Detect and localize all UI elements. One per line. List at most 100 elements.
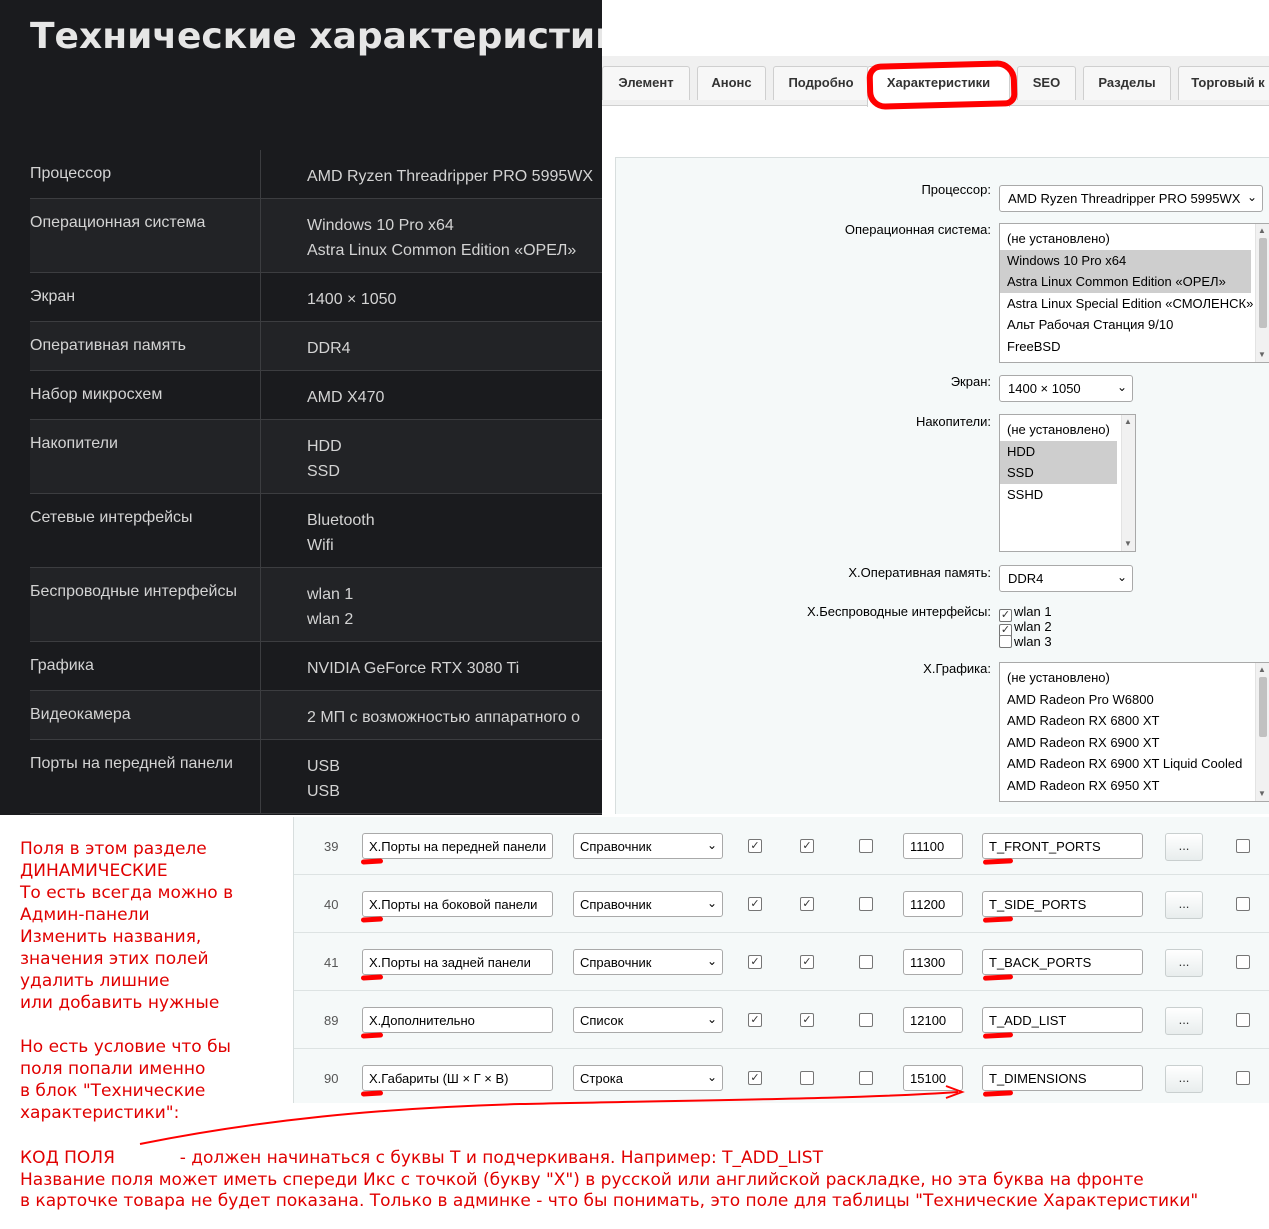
ram-select[interactable]: DDR4 ⌄ (999, 565, 1133, 592)
os-option[interactable]: Альт Рабочая Станция 9/10 (1000, 314, 1251, 336)
graphics-multiselect[interactable]: (не установлено) AMD Radeon Pro W6800 AMD … (999, 662, 1269, 802)
wireless-option[interactable]: ✓ wlan 2 (999, 619, 1052, 637)
field-code-input[interactable]: T_BACK_PORTS (982, 949, 1143, 975)
scroll-down-icon[interactable]: ▼ (1124, 539, 1132, 549)
field-settings-button[interactable]: ... (1165, 1065, 1203, 1093)
tab-2[interactable]: Подробно (773, 66, 869, 100)
wireless-option[interactable]: wlan 3 (999, 634, 1052, 649)
spec-row: Графика NVIDIA GeForce RTX 3080 Ti (30, 642, 602, 691)
field-name-input[interactable]: X.Порты на боковой панели (362, 891, 553, 917)
spec-divider (260, 322, 261, 370)
field-settings-button[interactable]: ... (1165, 891, 1203, 919)
field-settings-button[interactable]: ... (1165, 949, 1203, 977)
graphics-option[interactable]: AMD Radeon Pro W6800 (1000, 689, 1251, 711)
scroll-up-icon[interactable]: ▲ (1258, 226, 1266, 236)
graphics-option[interactable]: (не установлено) (1000, 667, 1251, 689)
checkbox-checked-icon[interactable]: ✓ (748, 1013, 762, 1027)
checkbox-icon[interactable] (1236, 839, 1250, 853)
os-option[interactable]: Windows 10 Pro x64 (1000, 249, 1251, 271)
spec-row: Набор микросхем AMD X470 (30, 371, 602, 420)
field-sort-input[interactable]: 11200 (903, 891, 963, 917)
checkbox-icon[interactable] (859, 839, 873, 853)
annotation-line: КОД ПОЛЯ - должен начинаться с буквы Т и… (20, 1148, 823, 1168)
graphics-option[interactable]: AMD Radeon RX 6900 XT (1000, 732, 1251, 754)
os-option[interactable]: Astra Linux Common Edition «ОРЕЛ» (1000, 271, 1251, 293)
storage-multiselect[interactable]: (не установлено) HDD SSD SSHD ▲ ▼ (999, 414, 1136, 552)
spec-divider (260, 199, 261, 272)
checkbox-icon[interactable] (1236, 955, 1250, 969)
field-sort-input[interactable]: 12100 (903, 1007, 963, 1033)
graphics-option[interactable]: AMD Radeon RX 6950 XT (1000, 775, 1251, 797)
field-sort-input[interactable]: 11100 (903, 833, 963, 859)
checkbox-icon[interactable] (800, 1071, 814, 1085)
field-code-input[interactable]: T_SIDE_PORTS (982, 891, 1143, 917)
field-type-value: Справочник (580, 897, 652, 912)
field-name-input[interactable]: X.Габариты (Ш × Г × В) (362, 1065, 553, 1091)
spec-name: Сетевые интерфейсы (30, 509, 193, 526)
spec-name: Экран (30, 288, 76, 305)
field-name-input[interactable]: X.Порты на задней панели (362, 949, 553, 975)
field-sort-input[interactable]: 11300 (903, 949, 963, 975)
wireless-option[interactable]: ✓ wlan 1 (999, 604, 1052, 622)
field-type-select[interactable]: Справочник ⌄ (573, 891, 723, 917)
checkbox-icon[interactable] (859, 1013, 873, 1027)
os-option[interactable]: Astra Linux Special Edition «СМОЛЕНСК» (1000, 293, 1253, 315)
checkbox-icon[interactable] (999, 635, 1012, 648)
screen-select[interactable]: 1400 × 1050 ⌄ (999, 375, 1133, 402)
checkbox-checked-icon[interactable]: ✓ (748, 1071, 762, 1085)
checkbox-icon[interactable] (859, 1071, 873, 1085)
field-code-input[interactable]: T_DIMENSIONS (982, 1065, 1143, 1091)
scroll-thumb[interactable] (1259, 238, 1267, 328)
field-type-select[interactable]: Справочник ⌄ (573, 833, 723, 859)
spec-values: 2 МП с возможностью аппаратного о (307, 705, 580, 730)
storage-option[interactable]: SSHD (1000, 484, 1117, 506)
graphics-option[interactable]: AMD Radeon RX 6800 XT (1000, 710, 1251, 732)
spec-name: Видеокамера (30, 706, 131, 723)
scrollbar[interactable]: ▲ ▼ (1255, 663, 1269, 801)
tab-0[interactable]: Элемент (602, 66, 690, 100)
checkbox-icon[interactable] (1236, 897, 1250, 911)
checkbox-checked-icon[interactable]: ✓ (800, 1013, 814, 1027)
storage-option[interactable]: HDD (1000, 440, 1117, 462)
checkbox-checked-icon[interactable]: ✓ (748, 839, 762, 853)
field-settings-button[interactable]: ... (1165, 1007, 1203, 1035)
processor-select[interactable]: AMD Ryzen Threadripper PRO 5995WX ⌄ (999, 185, 1263, 212)
checkbox-checked-icon[interactable]: ✓ (748, 955, 762, 969)
field-code-input[interactable]: T_ADD_LIST (982, 1007, 1143, 1033)
field-type-select[interactable]: Строка ⌄ (573, 1065, 723, 1091)
field-code-input[interactable]: T_FRONT_PORTS (982, 833, 1143, 859)
scrollbar[interactable]: ▲ ▼ (1255, 224, 1269, 362)
scroll-thumb[interactable] (1259, 677, 1267, 737)
scrollbar[interactable]: ▲ ▼ (1121, 415, 1135, 551)
field-sort-input[interactable]: 15100 (903, 1065, 963, 1091)
tab-5[interactable]: Разделы (1083, 66, 1171, 100)
tab-4[interactable]: SEO (1017, 66, 1076, 100)
field-name-input[interactable]: X.Дополнительно (362, 1007, 553, 1033)
processor-label: Процессор: (921, 182, 991, 197)
checkbox-checked-icon[interactable]: ✓ (748, 897, 762, 911)
os-option[interactable]: FreeBSD (1000, 336, 1251, 358)
scroll-down-icon[interactable]: ▼ (1258, 789, 1266, 799)
field-type-select[interactable]: Список ⌄ (573, 1007, 723, 1033)
checkbox-icon[interactable] (1236, 1071, 1250, 1085)
tab-6[interactable]: Торговый к (1178, 66, 1269, 100)
os-multiselect[interactable]: (не установлено) Windows 10 Pro x64 Astra … (999, 223, 1269, 363)
field-name-input[interactable]: X.Порты на передней панели (362, 833, 553, 859)
storage-option[interactable]: (не установлено) (1000, 419, 1117, 441)
checkbox-checked-icon[interactable]: ✓ (800, 897, 814, 911)
field-type-select[interactable]: Справочник ⌄ (573, 949, 723, 975)
checkbox-icon[interactable] (1236, 1013, 1250, 1027)
scroll-up-icon[interactable]: ▲ (1124, 417, 1132, 427)
scroll-down-icon[interactable]: ▼ (1258, 350, 1266, 360)
checkbox-checked-icon[interactable]: ✓ (800, 955, 814, 969)
checkbox-icon[interactable] (859, 955, 873, 969)
graphics-option[interactable]: AMD Radeon RX 6900 XT Liquid Cooled (1000, 753, 1251, 775)
storage-option[interactable]: SSD (1000, 462, 1117, 484)
field-settings-button[interactable]: ... (1165, 833, 1203, 861)
checkbox-checked-icon[interactable]: ✓ (800, 839, 814, 853)
checkbox-icon[interactable] (859, 897, 873, 911)
scroll-up-icon[interactable]: ▲ (1258, 665, 1266, 675)
spec-title: Технические характеристики (30, 16, 602, 57)
tab-1[interactable]: Анонс (697, 66, 766, 100)
os-option[interactable]: (не установлено) (1000, 228, 1251, 250)
